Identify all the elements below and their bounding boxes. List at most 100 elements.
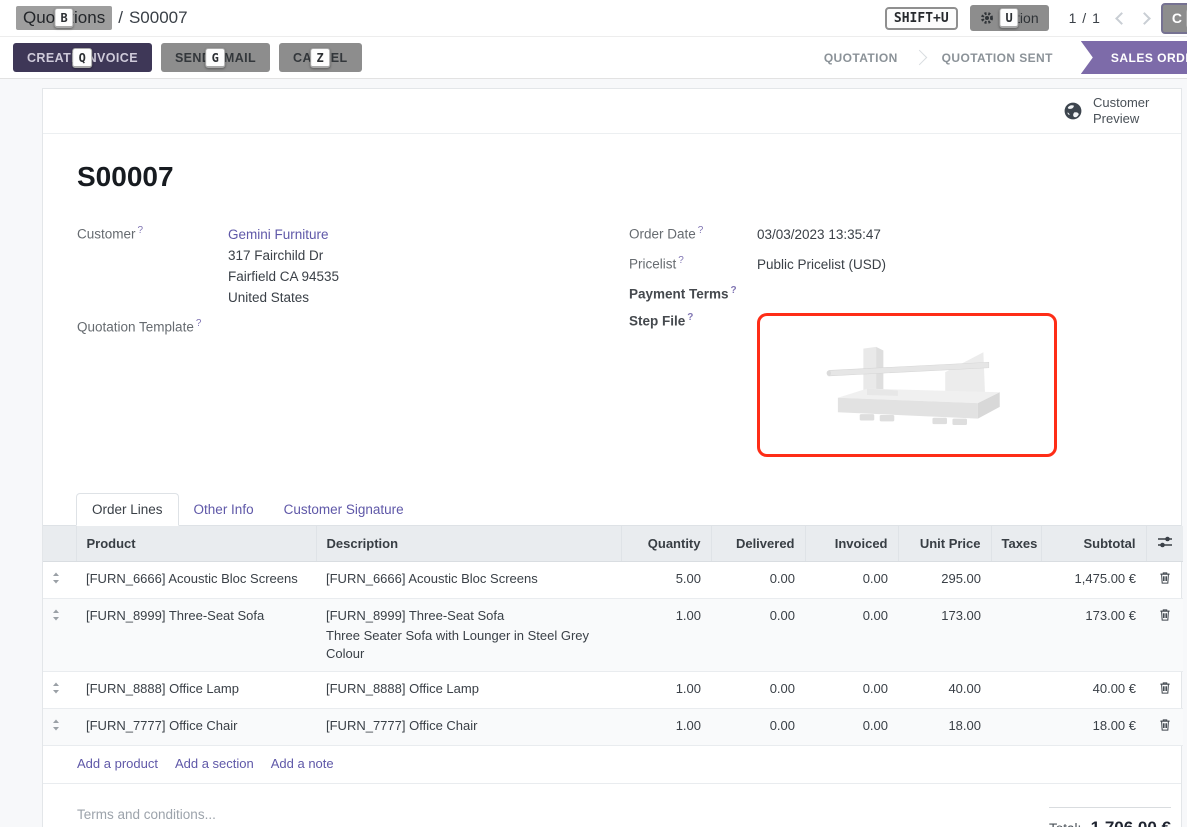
tab-customer-signature[interactable]: Customer Signature [269, 494, 419, 525]
cell-unit-price[interactable]: 18.00 [898, 708, 991, 745]
cell-invoiced[interactable]: 0.00 [805, 708, 898, 745]
customer-preview-label: Customer Preview [1093, 95, 1159, 128]
field-pricelist: Pricelist? Public Pricelist (USD) [629, 254, 1147, 275]
cell-taxes[interactable] [991, 671, 1041, 708]
sheet-body: S00007 Customer? Gemini Furniture 317 Fa… [43, 134, 1181, 466]
field-grid: Customer? Gemini Furniture 317 Fairchild… [77, 224, 1147, 466]
cell-quantity[interactable]: 5.00 [621, 561, 711, 598]
cell-delivered[interactable]: 0.00 [711, 708, 805, 745]
sales-order-form-page: Quotations B / S00007 SHIFT+U Action U 1… [0, 0, 1187, 827]
action-menu-button[interactable]: Action U [970, 5, 1049, 31]
handle-column-header [43, 526, 76, 562]
delete-row-button[interactable] [1146, 561, 1183, 598]
breadcrumb: Quotations B / S00007 [16, 6, 188, 30]
cell-taxes[interactable] [991, 561, 1041, 598]
cell-invoiced[interactable]: 0.00 [805, 561, 898, 598]
column-quantity: Quantity [621, 526, 711, 562]
add-a-section-link[interactable]: Add a section [175, 756, 254, 771]
action-buttons-group: CREATE INVOICE Q SEND EMAIL G CANCEL Z [13, 43, 362, 72]
column-subtotal: Subtotal [1041, 526, 1146, 562]
add-a-product-link[interactable]: Add a product [77, 756, 158, 771]
delete-row-button[interactable] [1146, 598, 1183, 671]
payment-terms-label: Payment Terms? [629, 284, 757, 302]
cell-quantity[interactable]: 1.00 [621, 671, 711, 708]
step-file-3d-part-image [807, 329, 1007, 441]
cell-product[interactable]: [FURN_8888] Office Lamp [76, 671, 316, 708]
cell-taxes[interactable] [991, 708, 1041, 745]
add-a-note-link[interactable]: Add a note [271, 756, 334, 771]
terms-placeholder[interactable]: Terms and conditions... [77, 807, 216, 827]
order-date-value: 03/03/2023 13:35:47 [757, 224, 881, 245]
table-row: [FURN_8888] Office Lamp [FURN_8888] Offi… [43, 671, 1183, 708]
notebook-tabs: Order Lines Other Info Customer Signatur… [43, 493, 1181, 526]
field-payment-terms: Payment Terms? [629, 284, 1147, 302]
cell-product[interactable]: [FURN_7777] Office Chair [76, 708, 316, 745]
column-product: Product [76, 526, 316, 562]
cell-product[interactable]: [FURN_8999] Three-Seat Sofa [76, 598, 316, 671]
customer-preview-button[interactable]: Customer Preview [43, 89, 1181, 134]
pager-next-icon[interactable] [1138, 12, 1151, 25]
cell-description[interactable]: [FURN_7777] Office Chair [316, 708, 621, 745]
quotation-template-label: Quotation Template? [77, 317, 228, 335]
breadcrumb-quotations[interactable]: Quotations B [16, 6, 112, 30]
cell-delivered[interactable]: 0.00 [711, 671, 805, 708]
table-header-row: Product Description Quantity Delivered I… [43, 526, 1183, 562]
customer-address-line2: Fairfield CA 94535 [228, 266, 339, 287]
cell-invoiced[interactable]: 0.00 [805, 598, 898, 671]
cell-unit-price[interactable]: 40.00 [898, 671, 991, 708]
page-title: S00007 [77, 161, 1147, 193]
nav-right-group: SHIFT+U Action U 1 / 1 C [885, 3, 1187, 34]
pager-nav [1117, 14, 1149, 23]
cancel-button[interactable]: CANCEL Z [279, 43, 361, 72]
column-invoiced: Invoiced [805, 526, 898, 562]
cell-description[interactable]: [FURN_8999] Three-Seat SofaThree Seater … [316, 598, 621, 671]
table-row: [FURN_6666] Acoustic Bloc Screens [FURN_… [43, 561, 1183, 598]
stage-quotation-sent[interactable]: QUOTATION SENT [920, 41, 1075, 74]
tab-other-info[interactable]: Other Info [179, 494, 269, 525]
cell-quantity[interactable]: 1.00 [621, 598, 711, 671]
cell-unit-price[interactable]: 173.00 [898, 598, 991, 671]
cell-description[interactable]: [FURN_8888] Office Lamp [316, 671, 621, 708]
order-date-label: Order Date? [629, 224, 757, 245]
stage-sales-order[interactable]: SALES ORDER [1081, 41, 1187, 74]
drag-handle-icon[interactable] [43, 671, 76, 708]
cutoff-corner-button[interactable]: C [1161, 3, 1187, 34]
cell-unit-price[interactable]: 295.00 [898, 561, 991, 598]
customer-link[interactable]: Gemini Furniture [228, 227, 329, 242]
customer-label: Customer? [77, 224, 228, 308]
pricelist-value: Public Pricelist (USD) [757, 254, 886, 275]
cutoff-corner-label: C [1172, 10, 1182, 26]
drag-handle-icon[interactable] [43, 561, 76, 598]
pager-previous-icon[interactable] [1115, 12, 1128, 25]
total-label: Total: [1049, 821, 1081, 827]
cell-product[interactable]: [FURN_6666] Acoustic Bloc Screens [76, 561, 316, 598]
accesskey-hint-u: U [1000, 8, 1019, 28]
step-file-preview-box[interactable] [757, 313, 1057, 457]
create-invoice-button[interactable]: CREATE INVOICE Q [13, 43, 152, 72]
cell-invoiced[interactable]: 0.00 [805, 671, 898, 708]
cell-quantity[interactable]: 1.00 [621, 708, 711, 745]
cell-description[interactable]: [FURN_6666] Acoustic Bloc Screens [316, 561, 621, 598]
control-panel: CREATE INVOICE Q SEND EMAIL G CANCEL Z Q… [0, 37, 1187, 79]
optional-columns-header [1146, 526, 1183, 562]
shortcut-badge: SHIFT+U [885, 7, 958, 30]
help-icon: ? [138, 225, 144, 236]
drag-handle-icon[interactable] [43, 708, 76, 745]
delete-row-button[interactable] [1146, 708, 1183, 745]
drag-handle-icon[interactable] [43, 598, 76, 671]
order-sheet: Customer Preview S00007 Customer? Gemini… [42, 88, 1182, 827]
cell-taxes[interactable] [991, 598, 1041, 671]
tab-order-lines[interactable]: Order Lines [76, 493, 179, 526]
send-email-button[interactable]: SEND EMAIL G [161, 43, 270, 72]
cell-delivered[interactable]: 0.00 [711, 561, 805, 598]
cell-delivered[interactable]: 0.00 [711, 598, 805, 671]
cell-subtotal: 18.00 € [1041, 708, 1146, 745]
order-lines-table: Product Description Quantity Delivered I… [43, 526, 1183, 746]
accesskey-hint-b: B [54, 8, 73, 28]
breadcrumb-current: S00007 [129, 8, 188, 28]
stage-quotation[interactable]: QUOTATION [802, 41, 920, 74]
column-delivered: Delivered [711, 526, 805, 562]
sliders-icon[interactable] [1157, 535, 1173, 549]
customer-address-line3: United States [228, 287, 339, 308]
delete-row-button[interactable] [1146, 671, 1183, 708]
